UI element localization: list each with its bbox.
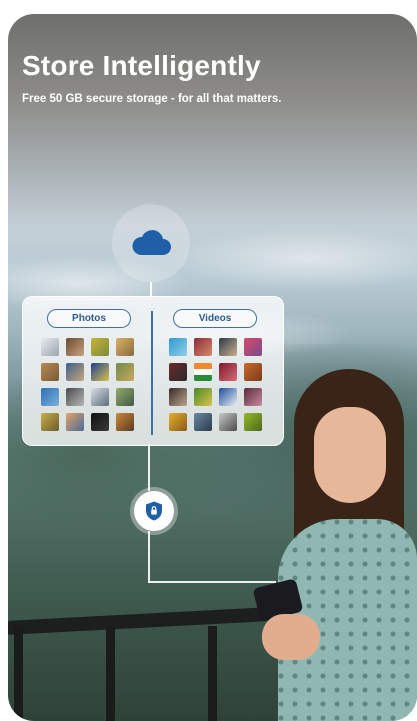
video-thumbnail bbox=[194, 338, 212, 356]
video-thumbnail bbox=[194, 363, 212, 381]
photo-thumbnail bbox=[66, 388, 84, 406]
subheadline: Free 50 GB secure storage - for all that… bbox=[22, 93, 282, 105]
photos-pill: Photos bbox=[47, 309, 131, 328]
photo-thumbnail bbox=[91, 338, 109, 356]
video-thumbnail bbox=[244, 338, 262, 356]
photo-thumbnail bbox=[41, 338, 59, 356]
video-thumbnail bbox=[219, 388, 237, 406]
cloud-icon bbox=[132, 230, 171, 255]
railing-post bbox=[106, 626, 115, 721]
photo-thumbnail bbox=[41, 388, 59, 406]
video-thumbnail bbox=[169, 388, 187, 406]
connector-line-middle bbox=[148, 444, 150, 491]
photo-thumbnail bbox=[91, 413, 109, 431]
cloud-badge bbox=[112, 204, 190, 282]
video-thumbnail bbox=[169, 363, 187, 381]
security-badge bbox=[134, 491, 174, 531]
video-thumbnail bbox=[219, 338, 237, 356]
balcony-railing bbox=[8, 607, 278, 721]
photo-thumbnail bbox=[116, 388, 134, 406]
photo-thumbnail bbox=[116, 363, 134, 381]
videos-pill: Videos bbox=[173, 309, 257, 328]
connector-line-top bbox=[150, 282, 152, 296]
photo-thumbnail bbox=[66, 413, 84, 431]
hand-shape bbox=[262, 614, 320, 660]
railing-post bbox=[208, 626, 217, 721]
video-thumbnail bbox=[219, 413, 237, 431]
woman-with-phone-photo bbox=[252, 369, 417, 721]
headline: Store Intelligently bbox=[22, 50, 261, 81]
promo-card: Store Intelligently Free 50 GB secure st… bbox=[8, 14, 417, 721]
panel-divider bbox=[151, 311, 153, 435]
videos-grid bbox=[169, 338, 262, 431]
photo-thumbnail bbox=[41, 363, 59, 381]
photo-thumbnail bbox=[66, 338, 84, 356]
video-thumbnail bbox=[169, 413, 187, 431]
video-thumbnail bbox=[219, 363, 237, 381]
video-thumbnail bbox=[194, 388, 212, 406]
photo-thumbnail bbox=[66, 363, 84, 381]
face-shape bbox=[314, 407, 386, 503]
video-thumbnail bbox=[194, 413, 212, 431]
photo-thumbnail bbox=[116, 413, 134, 431]
photo-thumbnail bbox=[91, 363, 109, 381]
railing-top-bar bbox=[8, 607, 268, 635]
connector-line-lower bbox=[148, 531, 150, 583]
photos-grid bbox=[41, 338, 134, 431]
media-panel: Photos Videos bbox=[22, 296, 284, 446]
photo-thumbnail bbox=[41, 413, 59, 431]
photo-thumbnail bbox=[116, 338, 134, 356]
photo-thumbnail bbox=[91, 388, 109, 406]
shield-lock-icon bbox=[146, 501, 162, 521]
video-thumbnail bbox=[169, 338, 187, 356]
railing-post bbox=[14, 626, 23, 721]
